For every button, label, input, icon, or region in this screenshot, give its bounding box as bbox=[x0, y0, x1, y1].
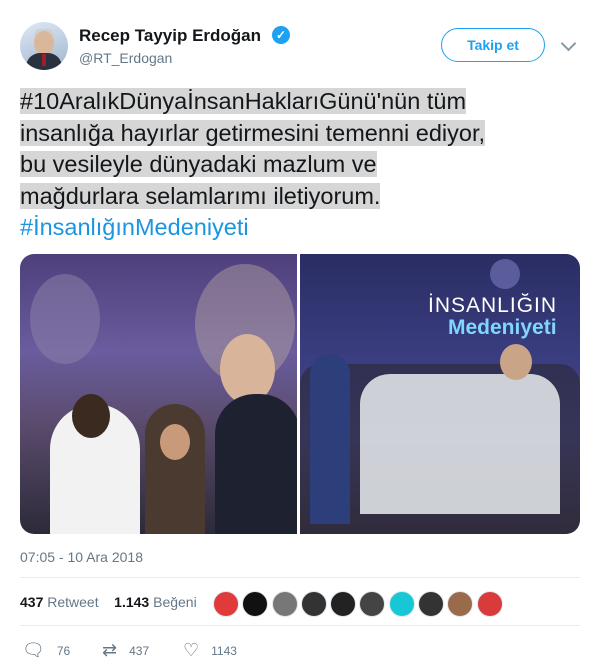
chevron-down-icon[interactable] bbox=[560, 35, 577, 52]
like-button[interactable]: ♡ 1143 bbox=[183, 640, 237, 661]
sign-text: Medeniyeti bbox=[448, 316, 557, 339]
follow-button[interactable]: Takip et bbox=[441, 28, 545, 62]
engagement-stats: 437 Retweet 1.143 Beğeni bbox=[20, 594, 197, 610]
timestamp[interactable]: 07:05 - 10 Ara 2018 bbox=[20, 549, 143, 565]
retweet-count[interactable]: 437 bbox=[20, 594, 43, 610]
retweet-action-count: 437 bbox=[129, 643, 150, 658]
liker-avatar[interactable] bbox=[330, 591, 357, 617]
liker-avatar[interactable] bbox=[242, 591, 269, 617]
reply-count: 76 bbox=[56, 643, 71, 658]
reply-button[interactable]: 🗨 76 bbox=[22, 640, 70, 661]
tweet-photo-1[interactable] bbox=[20, 254, 297, 534]
tweet-line: mağdurlara selamlarımı iletiyorum. bbox=[20, 182, 381, 209]
like-count[interactable]: 1.143 bbox=[114, 594, 149, 610]
liker-avatar[interactable] bbox=[213, 591, 239, 617]
retweet-icon: ⇄ bbox=[102, 640, 118, 660]
liker-avatar[interactable] bbox=[476, 591, 503, 617]
divider bbox=[20, 625, 580, 626]
retweet-label[interactable]: Retweet bbox=[47, 594, 98, 610]
verified-icon: ✓ bbox=[272, 26, 290, 44]
liker-avatar[interactable] bbox=[300, 591, 327, 617]
reply-icon: 🗨 bbox=[22, 640, 45, 660]
author-name[interactable]: Recep Tayyip Erdoğan bbox=[79, 26, 261, 46]
tweet-line: insanlığa hayırlar getirmesini temenni e… bbox=[20, 119, 486, 146]
sign-text: İNSANLIĞIN bbox=[428, 294, 558, 317]
liker-avatar[interactable] bbox=[388, 591, 415, 617]
hashtag-link[interactable]: #İnsanlığınMedeniyeti bbox=[20, 214, 249, 240]
like-action-count: 1143 bbox=[211, 643, 237, 658]
liker-avatar[interactable] bbox=[447, 591, 474, 617]
liker-avatar[interactable] bbox=[418, 591, 445, 617]
divider bbox=[20, 577, 580, 578]
heart-icon: ♡ bbox=[183, 640, 200, 660]
tweet-photo-2[interactable]: İNSANLIĞIN Medeniyeti bbox=[300, 254, 580, 534]
liker-avatar[interactable] bbox=[271, 591, 298, 617]
retweet-button[interactable]: ⇄ 437 bbox=[102, 640, 149, 661]
tweet-line: bu vesileyle dünyadaki mazlum ve bbox=[20, 151, 377, 177]
like-label[interactable]: Beğeni bbox=[153, 594, 197, 610]
author-handle[interactable]: @RT_Erdogan bbox=[79, 50, 172, 66]
likers-avatars bbox=[213, 591, 506, 617]
tweet-line: #10AralıkDünyaİnsanHaklarıGünü'nün tüm bbox=[20, 88, 467, 114]
avatar[interactable] bbox=[20, 22, 68, 70]
liker-avatar[interactable] bbox=[359, 591, 386, 617]
tweet-text: #10AralıkDünyaİnsanHaklarıGünü'nün tüm i… bbox=[20, 86, 585, 244]
